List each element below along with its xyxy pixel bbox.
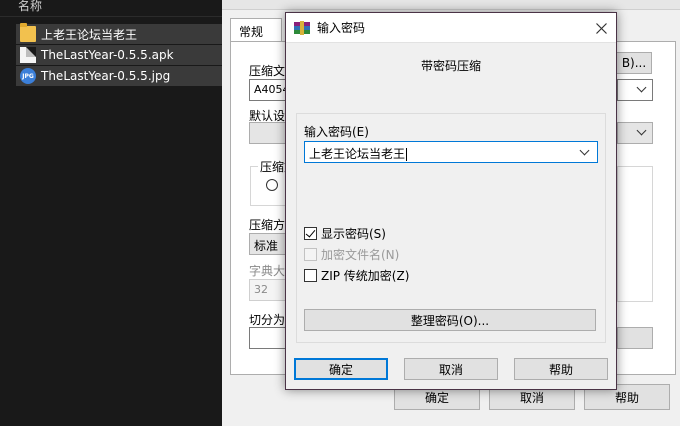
checkbox-label: 显示密码(S) [321,227,386,241]
chevron-down-icon[interactable] [579,146,591,158]
close-icon [595,22,607,34]
split-volumes-label: 切分为 [249,313,286,327]
update-mode-combo[interactable] [617,79,653,101]
chevron-down-icon [636,83,648,95]
organize-passwords-button[interactable]: 整理密码(O)... [304,309,596,331]
password-label: 输入密码(E) [304,125,369,139]
column-header-divider [0,16,222,17]
chevron-down-icon [636,126,648,138]
tab-general[interactable]: 常规 [230,18,282,42]
dialog-heading: 带密码压缩 [420,59,481,73]
jpg-image-icon: JPG [20,68,36,84]
checkbox-label: 加密文件名(N) [321,248,400,262]
archive-dialog-titlebar[interactable] [222,0,680,10]
file-row-apk[interactable]: TheLastYear-0.5.5.apk [16,45,222,65]
set-password-button[interactable] [617,327,653,349]
file-name: TheLastYear-0.5.5.apk [41,48,174,62]
dialog-title: 输入密码 [317,21,366,35]
password-input[interactable]: 上老王论坛当老王 [304,141,598,163]
cancel-button[interactable]: 取消 [404,358,498,380]
checkbox-label: ZIP 传统加密(Z) [321,269,410,283]
encrypt-filenames-checkbox: 加密文件名(N) [304,246,399,263]
file-explorer-pane: 名称 上老王论坛当老王 TheLastYear-0.5.5.apk JPG Th… [0,0,222,426]
browse-button[interactable]: B)... [612,52,652,74]
checkbox-box[interactable] [304,269,317,282]
password-dialog: 输入密码 带密码压缩 输入密码(E) 上老王论坛当老王 显示密码(S) 加密文件… [285,12,617,390]
file-row-jpg[interactable]: JPG TheLastYear-0.5.5.jpg [16,66,222,86]
file-row-folder[interactable]: 上老王论坛当老王 [16,23,222,44]
update-method-combo[interactable] [617,122,653,144]
winrar-icon [294,20,310,36]
file-name: 上老王论坛当老王 [41,27,138,42]
checkbox-box [304,248,317,261]
compression-method-label: 压缩方 [249,218,286,232]
archive-options-group [617,166,653,302]
file-name: TheLastYear-0.5.5.jpg [41,69,171,83]
zip-legacy-encryption-checkbox[interactable]: ZIP 传统加密(Z) [304,267,409,284]
checkbox-box[interactable] [304,227,317,240]
password-dialog-titlebar[interactable]: 输入密码 [286,13,616,43]
format-radio-rar[interactable] [266,179,278,191]
archive-name-label: 压缩文 [249,64,286,78]
text-caret [406,148,408,161]
password-value: 上老王论坛当老王 [309,147,406,161]
help-button[interactable]: 帮助 [514,358,608,380]
show-password-checkbox[interactable]: 显示密码(S) [304,225,386,242]
close-button[interactable] [586,13,616,43]
ok-button[interactable]: 确定 [294,358,388,380]
folder-icon [20,23,36,42]
document-icon [20,47,36,63]
dictionary-size-label: 字典大 [249,264,286,278]
column-header-name[interactable]: 名称 [18,0,42,14]
